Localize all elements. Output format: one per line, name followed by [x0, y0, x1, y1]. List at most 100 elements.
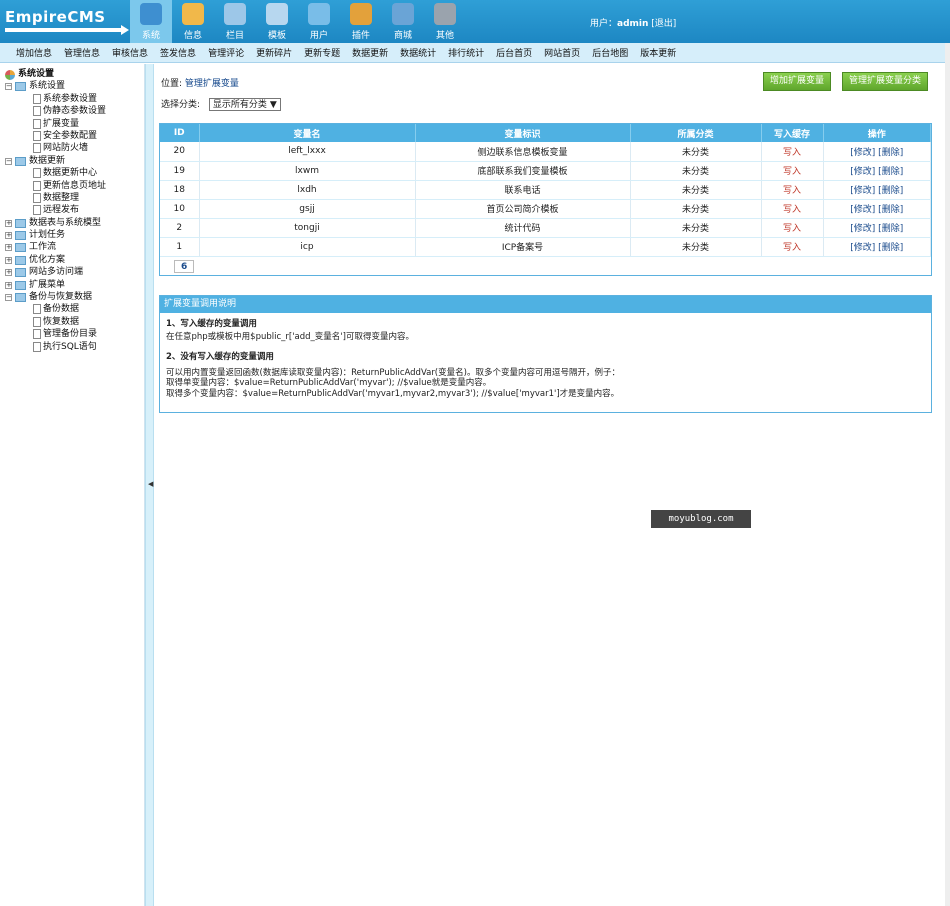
nav-item-4[interactable]: 用户 — [298, 0, 340, 43]
tools-icon — [350, 3, 372, 25]
cell-title: 首页公司简介模板 — [415, 199, 631, 219]
manage-variable-class-button[interactable]: 管理扩展变量分类 — [842, 72, 929, 91]
nav-item-3[interactable]: 模板 — [256, 0, 298, 43]
nav-item-1[interactable]: 信息 — [172, 0, 214, 43]
sidebar-item[interactable]: 备份数据 — [0, 303, 144, 315]
nav-item-2[interactable]: 栏目 — [214, 0, 256, 43]
sidebar-folder[interactable]: + 扩展菜单 — [0, 279, 144, 291]
column-header: 所属分类 — [630, 124, 762, 142]
menu-link-6[interactable]: 更新专题 — [304, 46, 340, 59]
cell-cache[interactable]: 写入 — [761, 161, 824, 181]
sidebar-splitter[interactable]: ◀ — [145, 64, 154, 906]
collapse-arrow-icon[interactable]: ◀ — [148, 480, 153, 488]
cell-cache[interactable]: 写入 — [761, 142, 824, 162]
sidebar-item[interactable]: 执行SQL语句 — [0, 341, 144, 353]
cell-op[interactable]: [修改] [删除] — [823, 180, 931, 200]
sidebar-item-label: 备份与恢复数据 — [29, 292, 93, 303]
category-filter: 选择分类: 显示所有分类 ▼ — [161, 97, 281, 111]
cell-op[interactable]: [修改] [删除] — [823, 142, 931, 162]
column-header: 操作 — [823, 124, 931, 142]
cell-name: icp — [199, 237, 416, 257]
expand-icon[interactable]: + — [5, 281, 12, 289]
expand-icon[interactable]: + — [5, 256, 12, 264]
sidebar-folder[interactable]: + 数据表与系统模型 — [0, 217, 144, 229]
logout-link[interactable]: [退出] — [651, 19, 676, 29]
add-variable-button[interactable]: 增加扩展变量 — [763, 72, 832, 91]
expand-icon[interactable]: + — [5, 269, 12, 277]
sidebar-item[interactable]: 管理备份目录 — [0, 328, 144, 340]
sidebar-item-label: 扩展变量 — [43, 118, 80, 129]
sidebar-item[interactable]: 数据整理 — [0, 192, 144, 204]
cell-cache[interactable]: 写入 — [761, 180, 824, 200]
collapse-icon[interactable]: − — [5, 294, 12, 302]
sidebar-item[interactable]: 更新信息页地址 — [0, 180, 144, 192]
column-header: 写入缓存 — [761, 124, 824, 142]
breadcrumb-link[interactable]: 管理扩展变量 — [185, 79, 239, 89]
cell-op[interactable]: [修改] [删除] — [823, 199, 931, 219]
cell-cache[interactable]: 写入 — [761, 218, 824, 238]
menu-link-13[interactable]: 版本更新 — [640, 46, 676, 59]
expand-icon[interactable]: + — [5, 219, 12, 227]
sidebar-folder[interactable]: + 工作流 — [0, 241, 144, 253]
cell-cache[interactable]: 写入 — [761, 237, 824, 257]
sidebar-root[interactable]: 系统设置 — [0, 68, 144, 80]
help-heading-1: 1、写入缓存的变量调用 — [166, 319, 257, 329]
collapse-icon[interactable]: − — [5, 157, 12, 165]
sidebar-folder[interactable]: + 网站多访问端 — [0, 266, 144, 278]
expand-icon[interactable]: + — [5, 244, 12, 252]
menu-link-4[interactable]: 管理评论 — [208, 46, 244, 59]
sidebar-item[interactable]: 系统参数设置 — [0, 93, 144, 105]
nav-item-7[interactable]: 其他 — [424, 0, 466, 43]
nav-item-0[interactable]: 系统 — [130, 0, 172, 43]
expand-icon[interactable]: + — [5, 232, 12, 240]
menu-link-5[interactable]: 更新碎片 — [256, 46, 292, 59]
user-info: 用户：admin [退出] — [590, 16, 676, 29]
sidebar-item[interactable]: 扩展变量 — [0, 118, 144, 130]
menu-link-2[interactable]: 审核信息 — [112, 46, 148, 59]
nav-item-5[interactable]: 插件 — [340, 0, 382, 43]
cell-cat: 未分类 — [630, 199, 762, 219]
menu-link-1[interactable]: 管理信息 — [64, 46, 100, 59]
sidebar-folder[interactable]: − 备份与恢复数据 — [0, 291, 144, 303]
sidebar-folder[interactable]: − 数据更新 — [0, 155, 144, 167]
sidebar-item-label: 数据整理 — [43, 192, 80, 203]
sidebar-item[interactable]: 数据更新中心 — [0, 167, 144, 179]
cell-cache[interactable]: 写入 — [761, 199, 824, 219]
menu-link-9[interactable]: 排行统计 — [448, 46, 484, 59]
quick-menu-bar: 增加信息 管理信息 审核信息 签发信息 管理评论 更新碎片 更新专题 数据更新 数据统计 排行统计… — [0, 43, 950, 63]
sidebar-item[interactable]: 远程发布 — [0, 204, 144, 216]
nav-item-6[interactable]: 商城 — [382, 0, 424, 43]
cell-op[interactable]: [修改] [删除] — [823, 218, 931, 238]
menu-link-0[interactable]: 增加信息 — [16, 46, 52, 59]
menu-link-12[interactable]: 后台地图 — [592, 46, 628, 59]
cell-op[interactable]: [修改] [删除] — [823, 237, 931, 257]
sidebar-item[interactable]: 安全参数配置 — [0, 130, 144, 142]
sidebar-item[interactable]: 恢复数据 — [0, 316, 144, 328]
menu-link-8[interactable]: 数据统计 — [400, 46, 436, 59]
empirecms-logo[interactable]: EmpireCMS — [5, 6, 129, 38]
scrollbar-track[interactable] — [945, 43, 950, 906]
sidebar-folder[interactable]: + 优化方案 — [0, 254, 144, 266]
category-select[interactable]: 显示所有分类 ▼ — [208, 98, 281, 111]
sidebar-item-label: 数据表与系统模型 — [29, 217, 102, 228]
menu-link-3[interactable]: 签发信息 — [160, 46, 196, 59]
menu-link-11[interactable]: 网站首页 — [544, 46, 580, 59]
sidebar-item-label: 工作流 — [29, 242, 57, 253]
nav-item-label: 信息 — [183, 31, 202, 41]
user-prefix: 用户： — [590, 19, 618, 29]
sidebar-item[interactable]: 网站防火墙 — [0, 142, 144, 154]
menu-link-7[interactable]: 数据更新 — [352, 46, 388, 59]
sidebar-item-label: 计划任务 — [29, 230, 66, 241]
user-icon — [308, 3, 330, 25]
sidebar-folder[interactable]: + 计划任务 — [0, 229, 144, 241]
watermark: moyublog.com — [651, 510, 751, 528]
help-text-3: 取得单变量内容：$value=ReturnPublicAddVar('myvar… — [166, 378, 492, 388]
cell-op[interactable]: [修改] [删除] — [823, 161, 931, 181]
sidebar: 系统设置 − 系统设置 系统参数设置 伪静态参数设置 扩展变量 安全参数配置 网站防火墙 − 数… — [0, 64, 145, 906]
folder-icon — [15, 218, 26, 228]
sidebar-item[interactable]: 伪静态参数设置 — [0, 105, 144, 117]
sidebar-folder[interactable]: − 系统设置 — [0, 80, 144, 92]
collapse-icon[interactable]: − — [5, 83, 12, 91]
menu-link-10[interactable]: 后台首页 — [496, 46, 532, 59]
help-text-4: 取得多个变量内容：$value=ReturnPublicAddVar('myva… — [166, 388, 620, 399]
